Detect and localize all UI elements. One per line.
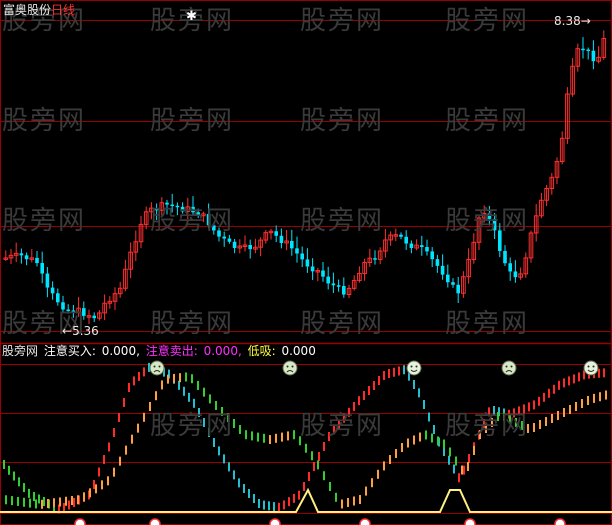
star-marker-icon: ✱ bbox=[186, 9, 197, 24]
low-absorb-line bbox=[0, 487, 612, 513]
candle-body-down bbox=[508, 263, 512, 272]
candle-body-down bbox=[248, 245, 252, 250]
candle-body-down bbox=[586, 49, 590, 52]
watermark: 股旁网 bbox=[150, 106, 235, 136]
candle-body-down bbox=[373, 258, 377, 260]
candle-body-down bbox=[399, 234, 403, 237]
candle-body-down bbox=[409, 243, 414, 249]
candle-body-down bbox=[19, 253, 24, 256]
candle-body-down bbox=[342, 286, 346, 295]
candle-body-down bbox=[456, 284, 460, 294]
stock-chart-canvas[interactable] bbox=[0, 0, 612, 525]
candle-body-down bbox=[290, 240, 294, 249]
low-absorb-value: 0.000 bbox=[281, 344, 316, 358]
buy-label: 注意买入: bbox=[43, 344, 96, 358]
high-price-label: 8.38→ bbox=[554, 14, 591, 28]
candle-body-down bbox=[425, 247, 429, 252]
candle-body-down bbox=[232, 241, 237, 248]
indicator-name[interactable]: 股旁网 bbox=[2, 344, 38, 358]
watermark: 股旁网 bbox=[150, 206, 235, 236]
candle-body-down bbox=[336, 285, 341, 287]
bottom-marker-icon bbox=[149, 518, 161, 525]
sad-face-icon[interactable] bbox=[282, 360, 298, 376]
bottom-marker-icon bbox=[269, 518, 281, 525]
candle-body-down bbox=[331, 283, 336, 286]
chart-header: 富奥股份日线 bbox=[3, 3, 75, 17]
candle-body-down bbox=[92, 315, 96, 319]
candle-body-down bbox=[326, 276, 330, 284]
candle-body-down bbox=[45, 273, 50, 288]
candle-body-down bbox=[581, 48, 585, 51]
buy-signal-icon[interactable] bbox=[406, 360, 422, 376]
candle-body-down bbox=[310, 266, 315, 272]
candle-body-down bbox=[591, 50, 596, 62]
sell-label: 注意卖出: bbox=[145, 344, 198, 358]
candle-body-down bbox=[56, 293, 60, 303]
arrow-right-icon: → bbox=[580, 14, 591, 28]
bottom-marker-icon bbox=[74, 518, 86, 525]
candle-body-down bbox=[300, 253, 304, 260]
candle-body-down bbox=[274, 231, 278, 236]
watermark: 股旁网 bbox=[445, 106, 530, 136]
arrow-left-icon: ← bbox=[62, 324, 73, 338]
watermark: 股旁网 bbox=[445, 206, 530, 236]
watermark: 股旁网 bbox=[2, 106, 87, 136]
candle-body-down bbox=[430, 251, 434, 260]
sad-face-icon[interactable] bbox=[501, 360, 517, 376]
candle-body-down bbox=[435, 259, 440, 266]
watermark: 股旁网 bbox=[150, 309, 235, 339]
sad-face-icon[interactable] bbox=[149, 360, 165, 376]
candle-body-down bbox=[451, 282, 455, 285]
candle-body-down bbox=[440, 265, 445, 275]
watermark: 股旁网 bbox=[445, 411, 530, 441]
candle-body-down bbox=[24, 255, 29, 260]
watermark: 股旁网 bbox=[150, 411, 235, 441]
candle-body-down bbox=[513, 271, 518, 278]
watermark: 股旁网 bbox=[300, 309, 385, 339]
low-price-label: ←5.36 bbox=[62, 324, 99, 338]
watermark: 股旁网 bbox=[2, 206, 87, 236]
candle-body-down bbox=[321, 270, 325, 277]
watermark: 股旁网 bbox=[300, 411, 385, 441]
candle-body-down bbox=[503, 250, 507, 264]
candle-body-down bbox=[446, 274, 450, 283]
candle-body-down bbox=[279, 235, 284, 243]
stock-name[interactable]: 富奥股份 bbox=[3, 3, 51, 17]
candle-body-down bbox=[35, 257, 39, 264]
watermark: 股旁网 bbox=[300, 6, 385, 36]
indicator-legend: 股旁网 注意买入: 0.000, 注意卖出: 0.000, 低吸: 0.000 bbox=[2, 344, 318, 358]
bottom-marker-icon bbox=[554, 518, 566, 525]
watermark: 股旁网 bbox=[445, 6, 530, 36]
candle-body-down bbox=[305, 259, 310, 267]
candle-body-down bbox=[40, 263, 44, 274]
low-absorb-label: 低吸: bbox=[247, 344, 276, 358]
buy-value: 0.000, bbox=[101, 344, 140, 358]
candle-body-down bbox=[295, 248, 299, 254]
watermark: 股旁网 bbox=[445, 309, 530, 339]
candle-body-down bbox=[404, 236, 408, 244]
candle-body-down bbox=[50, 287, 55, 294]
buy-signal-icon[interactable] bbox=[583, 360, 599, 376]
watermark: 股旁网 bbox=[300, 206, 385, 236]
period-label[interactable]: 日线 bbox=[51, 3, 75, 17]
sell-value: 0.000, bbox=[203, 344, 242, 358]
bottom-marker-icon bbox=[359, 518, 371, 525]
watermark: 股旁网 bbox=[300, 106, 385, 136]
candle-body-down bbox=[420, 245, 424, 248]
candle-body-down bbox=[227, 238, 232, 242]
bottom-marker-icon bbox=[464, 518, 476, 525]
